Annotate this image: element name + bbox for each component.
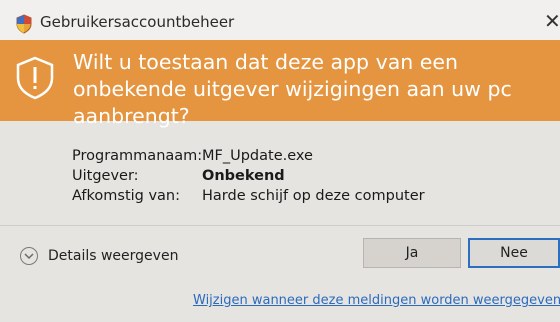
info-row-program-name: Programmanaam:MF_Update.exe [72, 146, 425, 166]
publisher-label: Uitgever: [72, 168, 139, 184]
no-button[interactable]: Nee [468, 238, 560, 268]
publisher-value: Onbekend [202, 168, 285, 184]
shield-icon [16, 14, 32, 34]
chevron-down-icon [20, 247, 38, 265]
window-title: Gebruikersaccountbeheer [40, 13, 235, 31]
info-row-publisher: Uitgever: Onbekend [72, 166, 425, 186]
program-info: Programmanaam:MF_Update.exe Uitgever: Onb… [72, 146, 425, 206]
uac-dialog: Gebruikersaccountbeheer ✕ Wilt u toestaa… [0, 0, 560, 322]
warning-banner: Wilt u toestaan dat deze app van een onb… [0, 40, 560, 128]
origin-value: Harde schijf op deze computer [202, 188, 425, 204]
origin-label: Afkomstig van: [72, 188, 181, 204]
divider [0, 225, 560, 226]
info-row-origin: Afkomstig van: Harde schijf op deze compu… [72, 186, 425, 206]
close-icon[interactable]: ✕ [544, 11, 560, 31]
yes-button[interactable]: Ja [363, 238, 461, 268]
program-name-value: MF_Update.exe [202, 148, 313, 164]
notification-settings-link[interactable]: Wijzigen wanneer deze meldingen worden w… [193, 293, 560, 308]
banner-question: Wilt u toestaan dat deze app van een onb… [73, 50, 512, 128]
warning-shield-icon [16, 56, 54, 100]
title-bar: Gebruikersaccountbeheer ✕ [0, 0, 560, 40]
details-toggle[interactable]: Details weergeven [20, 245, 178, 267]
program-name-label: Programmanaam: [72, 148, 203, 164]
details-label: Details weergeven [48, 248, 179, 264]
